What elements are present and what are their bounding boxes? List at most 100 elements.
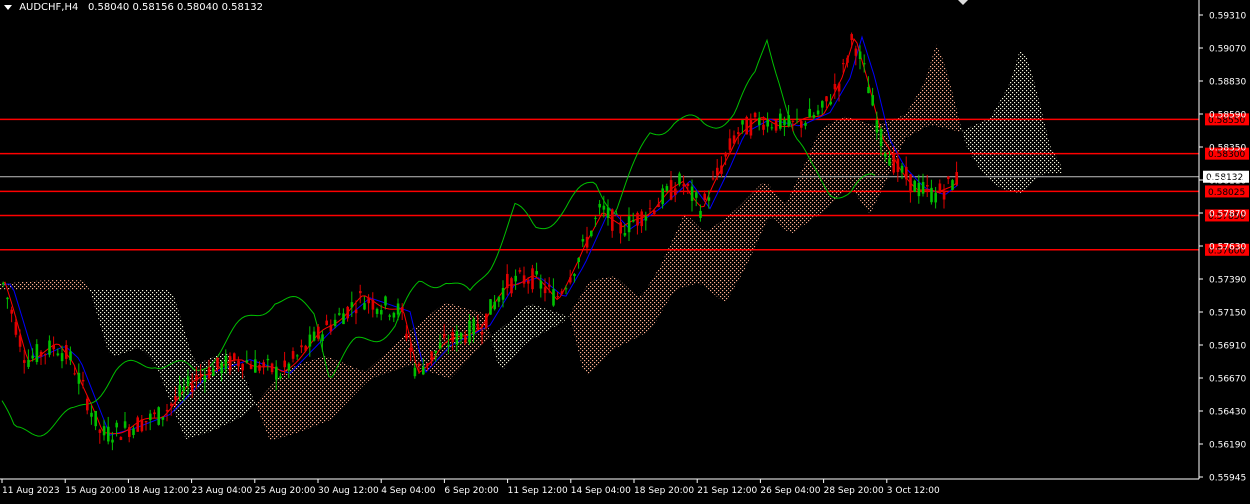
candle-bull: [384, 296, 387, 306]
candle-bear: [560, 291, 564, 294]
x-tick-label: 4 Sep 04:00: [381, 486, 436, 496]
cloud-segment: [294, 364, 300, 435]
cloud-segment: [342, 362, 348, 408]
y-tick-label: 0.57870: [1209, 210, 1246, 220]
candle-bear: [367, 297, 370, 304]
candle-bear: [846, 57, 849, 63]
candle-bear: [291, 351, 295, 359]
candle-bear: [480, 332, 484, 335]
chart-area[interactable]: 0.58550 0.58300 0.58025 0.57850 0.57600 0.581…: [0, 0, 1250, 500]
cloud-segment: [312, 357, 318, 428]
cloud-segment: [660, 253, 666, 315]
cloud-segment: [930, 44, 936, 127]
cloud-segment: [522, 305, 528, 348]
candle-bull: [438, 342, 442, 349]
candle-bull: [489, 299, 492, 315]
dropdown-triangle-icon[interactable]: [4, 5, 12, 10]
candle-bear: [896, 158, 900, 172]
cloud-segment: [690, 217, 696, 286]
x-tick-label: 18 Aug 12:00: [128, 486, 189, 496]
cloud-segment: [258, 393, 264, 426]
candle-bull: [493, 301, 496, 310]
kijun-sen-line: [2, 35, 959, 436]
candle-bull: [434, 350, 438, 354]
cloud-segment: [702, 230, 708, 290]
y-tick-label: 0.57390: [1209, 276, 1246, 286]
cloud-segment: [684, 214, 690, 288]
cloud-segment: [564, 312, 570, 322]
cloud-segment: [810, 138, 816, 221]
cloud-segment: [1014, 49, 1020, 194]
candle-bear: [300, 345, 303, 348]
candle-bear: [426, 363, 429, 366]
candle-bear: [199, 373, 202, 376]
candle-bear: [737, 132, 740, 134]
cloud-segment: [636, 295, 642, 338]
candle-bull: [396, 303, 400, 315]
candle-bear: [144, 420, 148, 423]
cloud-segment: [786, 190, 792, 234]
cloud-segment: [864, 122, 870, 215]
y-tick-label: 0.57630: [1209, 243, 1246, 253]
cloud-segment: [534, 304, 540, 339]
candle-bear: [842, 63, 845, 65]
cloud-segment: [102, 289, 108, 352]
candle-bear: [371, 299, 375, 310]
cloud-segment: [48, 280, 54, 290]
x-tick-label: 28 Sep 20:00: [824, 486, 884, 496]
high-value: 0.58156: [132, 2, 174, 13]
candle-bull: [308, 334, 312, 347]
cloud-segment: [396, 337, 402, 370]
candle-bull: [921, 181, 925, 194]
candle-bear: [716, 167, 719, 176]
candle-bull: [606, 207, 610, 218]
candle-bear: [749, 118, 753, 136]
cloud-segment: [948, 75, 954, 131]
candle-bull: [535, 271, 538, 275]
candle-bear: [409, 347, 412, 352]
cloud-segment: [30, 280, 36, 290]
candle-bull: [787, 115, 790, 127]
candle-bear: [23, 360, 26, 363]
candle-bear: [86, 398, 89, 411]
candle-bear: [140, 419, 144, 432]
price-chart[interactable]: 0.585500.583000.580250.578500.576000.581…: [0, 0, 1250, 500]
candle-bull: [783, 119, 786, 126]
cloud-segment: [1044, 120, 1050, 174]
cloud-segment: [600, 277, 606, 363]
candle-bull: [564, 288, 568, 290]
candle-bear: [905, 166, 908, 180]
y-tick-label: 0.56430: [1209, 408, 1246, 418]
candle-bull: [863, 63, 866, 65]
candle-bear: [304, 345, 307, 351]
candle-bull: [627, 216, 631, 233]
candle-bear: [119, 437, 123, 440]
candle-bull: [741, 120, 744, 125]
candle-bear: [18, 335, 22, 347]
cloud-segment: [906, 103, 912, 139]
cloud-segment: [756, 183, 762, 245]
cloud-segment: [774, 191, 780, 225]
candle-bull: [821, 101, 824, 108]
candle-bear: [44, 354, 47, 356]
candle-bear: [703, 193, 706, 201]
cloud-segment: [1056, 156, 1062, 174]
candle-bull: [812, 114, 816, 118]
candle-bear: [753, 112, 757, 118]
shift-marker-icon[interactable]: [958, 0, 968, 5]
candle-bull: [594, 217, 597, 219]
x-tick-label: 6 Sep 20:00: [444, 486, 499, 496]
x-tick-label: 15 Aug 20:00: [65, 486, 126, 496]
candle-bull: [539, 280, 543, 289]
cloud-segment: [42, 280, 48, 290]
cloud-segment: [798, 165, 804, 230]
cloud-segment: [654, 266, 660, 325]
candle-bear: [10, 309, 13, 314]
candle-bear: [640, 211, 643, 227]
cloud-segment: [552, 310, 558, 329]
candle-bull: [413, 367, 417, 377]
candle-bear: [682, 184, 685, 187]
cloud-segment: [978, 120, 984, 174]
y-tick-label: 0.59310: [1209, 12, 1246, 22]
candle-bear: [585, 236, 589, 248]
